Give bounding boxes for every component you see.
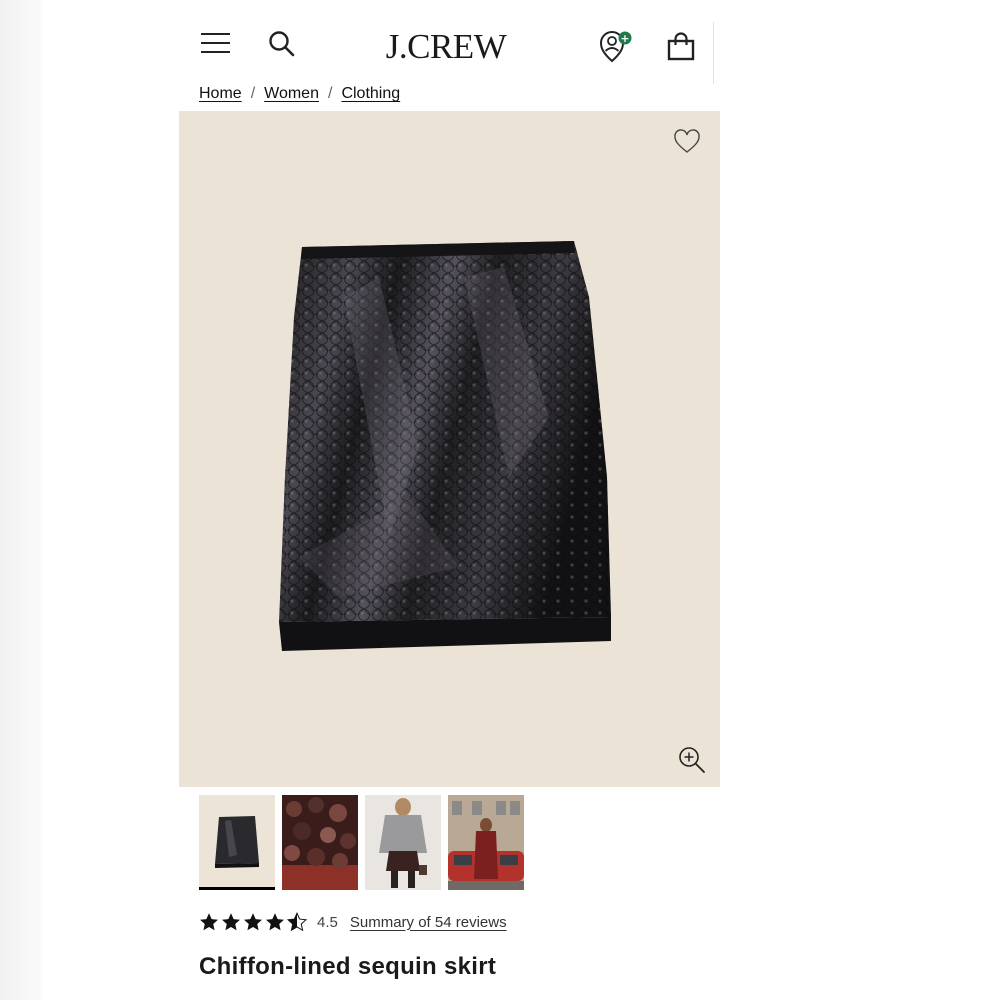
star-icon <box>222 913 240 931</box>
mobile-page: J.CREW + Home / Women / Clothing 4.5 Sum… <box>179 0 720 1000</box>
search-icon[interactable] <box>268 30 296 58</box>
account-badge: + <box>620 32 629 45</box>
star-icon <box>244 913 262 931</box>
breadcrumb: Home / Women / Clothing <box>199 84 400 104</box>
jcrew-logo[interactable]: J.CREW <box>375 25 517 69</box>
thumbnail-strip <box>199 795 524 890</box>
breadcrumb-separator: / <box>250 85 256 102</box>
breadcrumb-women[interactable]: Women <box>264 84 319 104</box>
reviews-summary-link[interactable]: Summary of 54 reviews <box>350 914 507 931</box>
shopping-bag-icon[interactable] <box>666 32 696 62</box>
thumbnail-model-street[interactable] <box>448 795 524 890</box>
sequin-skirt-illustration <box>279 241 611 651</box>
star-half-icon <box>287 912 307 932</box>
thumbnail-product-front[interactable] <box>199 795 275 890</box>
breadcrumb-clothing[interactable]: Clothing <box>341 84 400 104</box>
page-side-shadow <box>0 0 42 1000</box>
thumbnail-sequin-detail[interactable] <box>282 795 358 890</box>
rating-value: 4.5 <box>317 913 338 931</box>
site-header: J.CREW + <box>179 22 714 84</box>
product-image[interactable] <box>179 111 720 787</box>
account-icon[interactable]: + <box>599 30 635 64</box>
hamburger-menu-icon[interactable] <box>201 32 231 54</box>
star-icon <box>266 913 284 931</box>
product-rating: 4.5 Summary of 54 reviews <box>199 910 507 934</box>
heart-icon[interactable] <box>673 129 701 155</box>
breadcrumb-home[interactable]: Home <box>199 84 242 104</box>
zoom-icon[interactable] <box>677 745 707 775</box>
product-title: Chiffon-lined sequin skirt <box>199 953 497 980</box>
thumbnail-model-back[interactable] <box>365 795 441 890</box>
star-icon <box>200 913 218 931</box>
breadcrumb-separator: / <box>327 85 333 102</box>
star-rating <box>199 912 307 932</box>
